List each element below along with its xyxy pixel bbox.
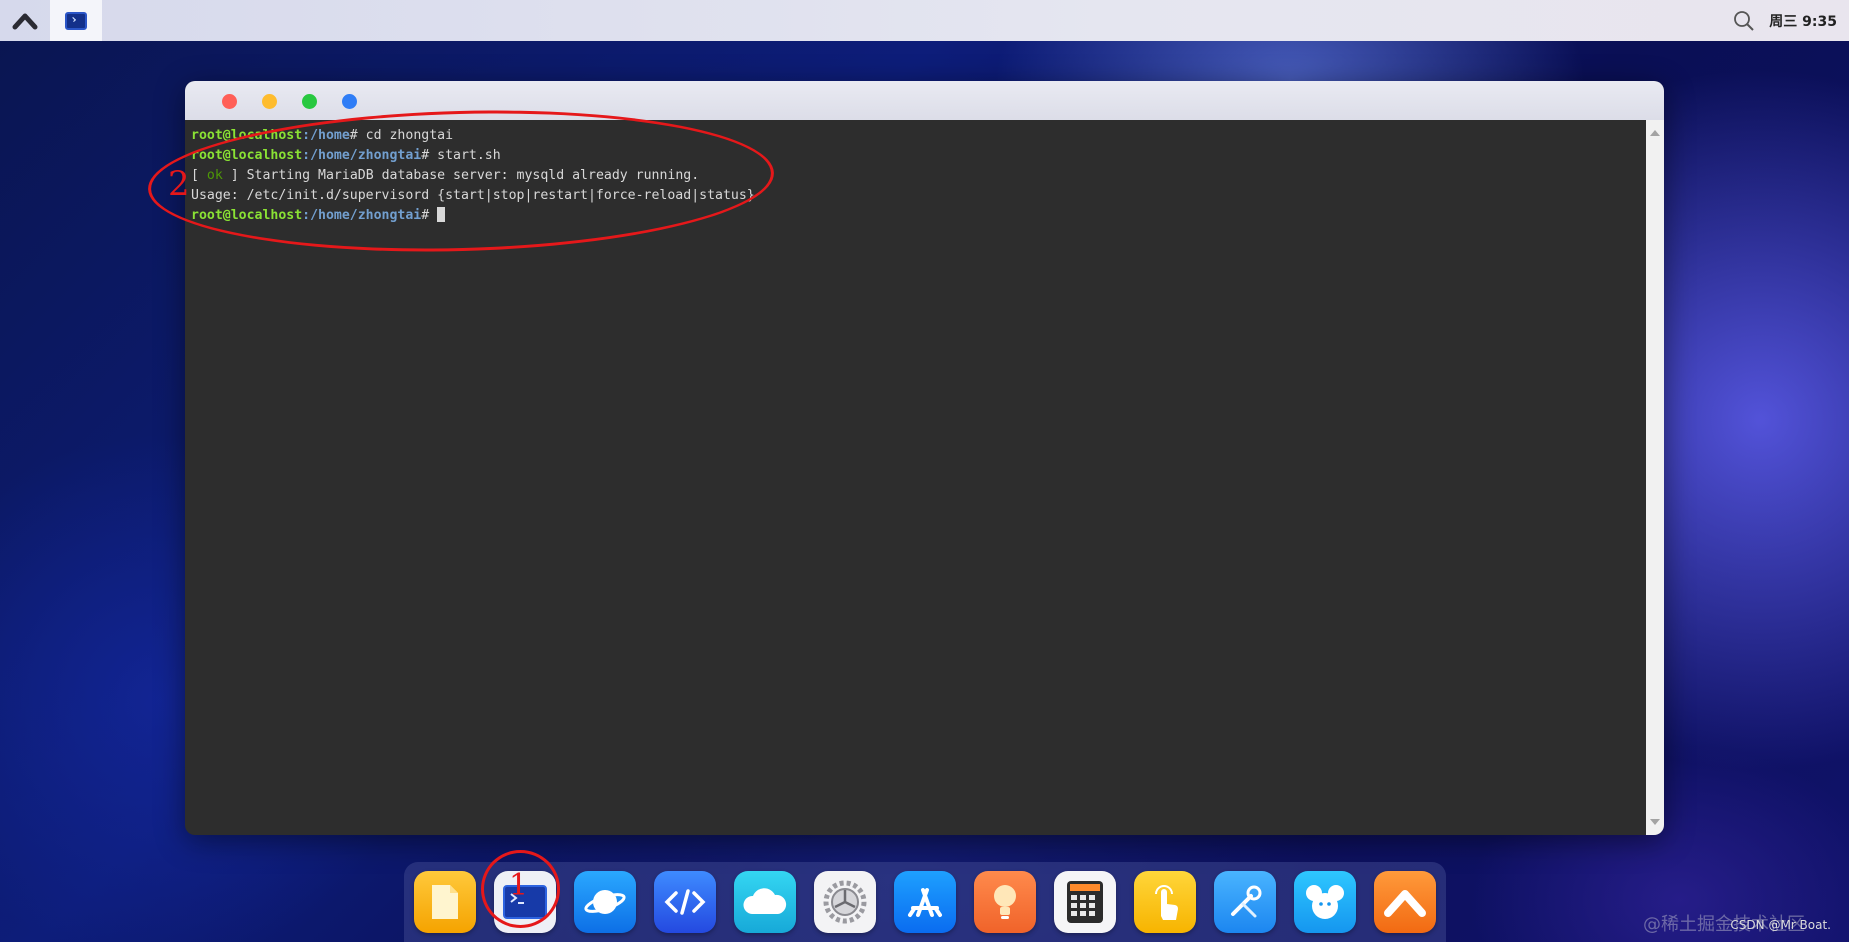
touch-icon (1155, 885, 1179, 920)
dock-tools[interactable] (1214, 871, 1276, 933)
dock-tips[interactable] (974, 871, 1036, 933)
calculator-icon (1067, 881, 1103, 923)
clock[interactable]: 周三 9:35 (1769, 11, 1837, 31)
dock-settings[interactable] (814, 871, 876, 933)
system-tray: 周三 9:35 (1733, 10, 1849, 32)
launcher-button[interactable] (0, 0, 50, 41)
annotation-label-1: 1 (509, 868, 529, 903)
minimize-button[interactable] (262, 94, 277, 109)
dock-touch[interactable] (1134, 871, 1196, 933)
code-editor-icon (664, 889, 706, 915)
taskbar-terminal[interactable] (50, 0, 102, 41)
watermark-csdn: CSDN @Mr Boat. (1730, 918, 1831, 932)
close-button[interactable] (222, 94, 237, 109)
settings-icon (823, 880, 867, 924)
annotation-label-2: 2 (168, 164, 190, 204)
dock-calculator[interactable] (1054, 871, 1116, 933)
extra-button[interactable] (342, 94, 357, 109)
scroll-down-arrow[interactable] (1650, 819, 1660, 825)
dock-launcher[interactable] (1374, 871, 1436, 933)
launcher-icon (1384, 890, 1426, 917)
launcher-icon (12, 13, 38, 29)
tips-icon (994, 885, 1016, 919)
dock-browser[interactable] (574, 871, 636, 933)
top-panel: 周三 9:35 (0, 0, 1849, 41)
mouse-icon (1306, 885, 1344, 919)
browser-icon (584, 890, 626, 914)
terminal-icon (65, 11, 87, 30)
files-icon (432, 885, 458, 919)
dock-files[interactable] (414, 871, 476, 933)
dock-cloud[interactable] (734, 871, 796, 933)
dock-code-editor[interactable] (654, 871, 716, 933)
search-icon[interactable] (1733, 10, 1755, 32)
app-store-icon (908, 888, 942, 917)
dock-mouse[interactable] (1294, 871, 1356, 933)
scroll-up-arrow[interactable] (1650, 130, 1660, 136)
scrollbar[interactable] (1646, 120, 1664, 835)
cloud-icon (743, 888, 787, 914)
dock (404, 862, 1446, 942)
dock-app-store[interactable] (894, 871, 956, 933)
tools-icon (1231, 885, 1262, 918)
maximize-button[interactable] (302, 94, 317, 109)
